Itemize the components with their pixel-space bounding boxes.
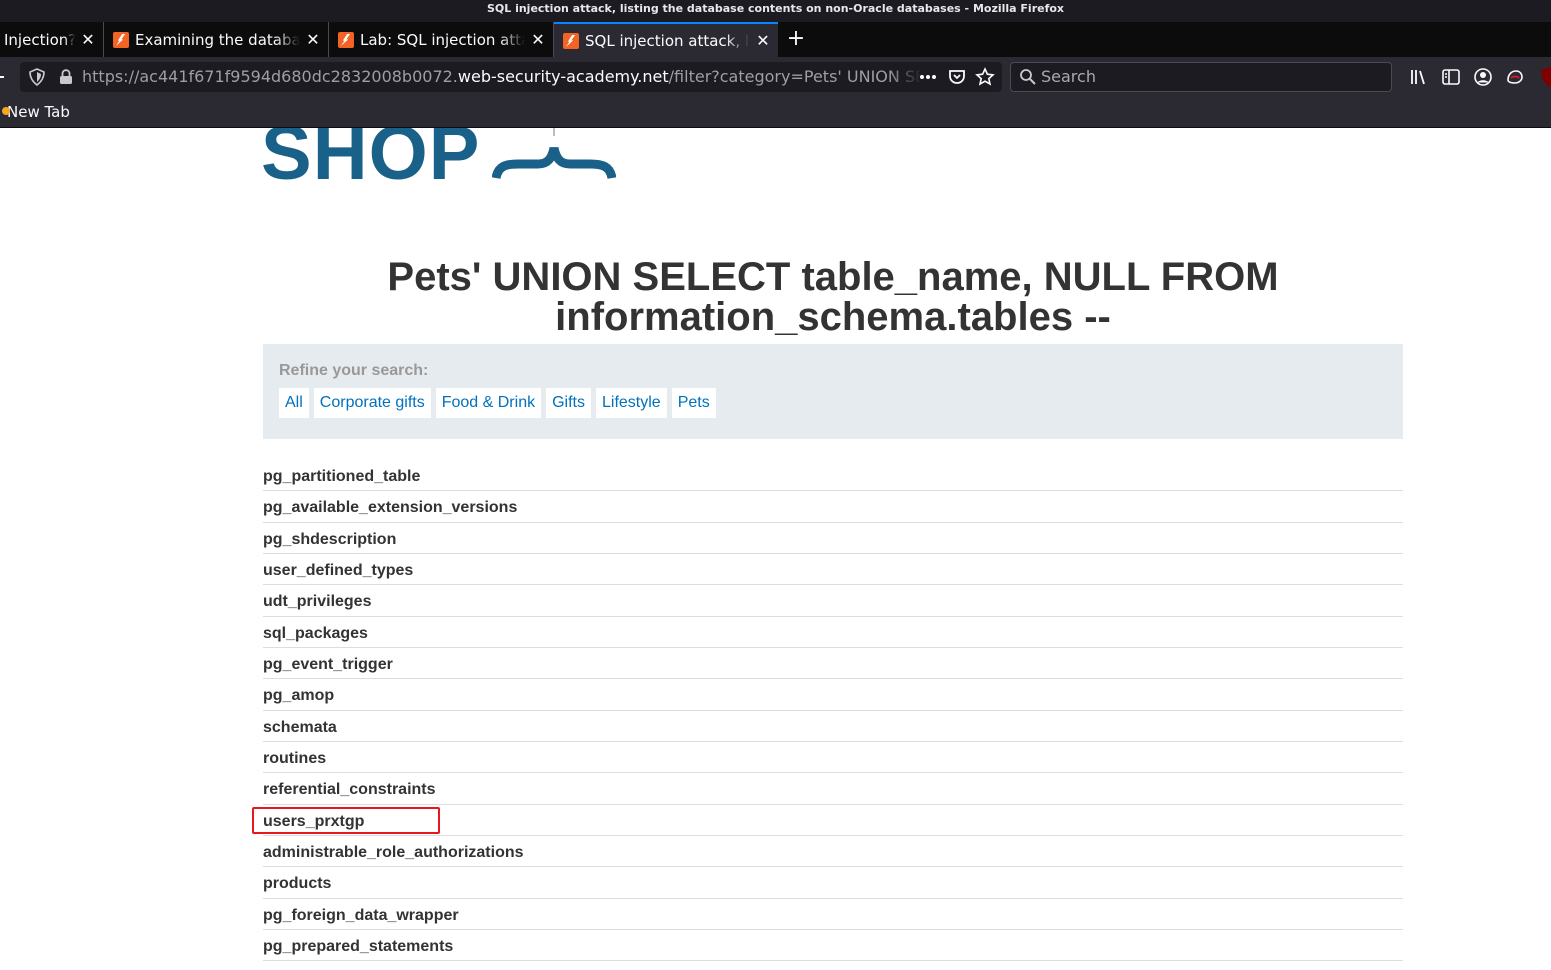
- close-icon[interactable]: ✕: [81, 31, 95, 47]
- library-icon[interactable]: [1409, 67, 1429, 87]
- filter-link-all[interactable]: All: [279, 388, 309, 418]
- table-row: pg_shdescription: [263, 523, 1403, 554]
- back-arrow-icon[interactable]: [0, 67, 6, 87]
- url-prefix: https://ac441f671f9594d680dc2832008b0072…: [82, 67, 458, 86]
- table-row: administrable_role_authorizations: [263, 836, 1403, 868]
- shield-icon[interactable]: [29, 68, 45, 86]
- annotation-highlight-box: [252, 807, 440, 834]
- tab-lab-sql-injection[interactable]: Lab: SQL injection attack ✕: [329, 22, 554, 57]
- search-input[interactable]: Search: [1041, 63, 1096, 91]
- portswigger-favicon-icon: [563, 32, 579, 49]
- table-row: referential_constraints: [263, 773, 1403, 805]
- search-bar[interactable]: Search: [1010, 62, 1392, 92]
- sidebar-icon[interactable]: [1441, 67, 1461, 87]
- shop-logo[interactable]: SHOP: [261, 128, 480, 194]
- bookmark-new-tab[interactable]: New Tab: [2, 97, 70, 127]
- close-icon[interactable]: ✕: [306, 31, 320, 47]
- close-icon[interactable]: ✕: [531, 31, 545, 47]
- window-title: SQL injection attack, listing the databa…: [0, 0, 1551, 22]
- filter-link-lifestyle[interactable]: Lifestyle: [595, 388, 667, 418]
- url-path: /filter?category=Pets' UNION SELECT tabl…: [668, 67, 922, 86]
- url-text[interactable]: https://ac441f671f9594d680dc2832008b0072…: [82, 62, 922, 92]
- table-row: user_defined_types: [263, 554, 1403, 586]
- lock-icon[interactable]: [59, 69, 73, 85]
- table-row: pg_amop: [263, 679, 1403, 711]
- category-filter-list: All Corporate gifts Food & Drink Gifts L…: [279, 388, 721, 418]
- tab-examining-database[interactable]: Examining the database ✕: [104, 22, 329, 57]
- search-icon: [1019, 68, 1037, 86]
- pocket-icon[interactable]: [948, 67, 966, 87]
- account-icon[interactable]: [1473, 67, 1493, 87]
- close-icon[interactable]: ✕: [756, 32, 770, 48]
- filter-link-corporate-gifts[interactable]: Corporate gifts: [313, 388, 431, 418]
- tab-sql-injection-listing[interactable]: SQL injection attack, listing ✕: [554, 22, 778, 57]
- bookmark-star-icon[interactable]: [975, 67, 995, 87]
- results-list: pg_partitioned_table pg_available_extens…: [263, 460, 1403, 962]
- tab-label: Examining the database: [135, 30, 300, 49]
- filter-link-pets[interactable]: Pets: [671, 388, 716, 418]
- table-row: pg_event_trigger: [263, 648, 1403, 680]
- portswigger-favicon-icon: [113, 31, 129, 48]
- filter-link-gifts[interactable]: Gifts: [546, 388, 591, 418]
- url-domain: web-security-academy.net: [457, 67, 669, 86]
- page-viewport: SHOP Pets' UNION SELECT table_name, NULL…: [0, 128, 1551, 970]
- tab-strip: Injection? ✕ Examining the database ✕ La…: [0, 22, 1551, 57]
- tab-label: Injection?: [4, 30, 75, 49]
- table-row: pg_prepared_statements: [263, 930, 1403, 962]
- bookmark-label: New Tab: [7, 103, 70, 121]
- table-row: pg_available_extension_versions: [263, 491, 1403, 523]
- table-row: products: [263, 867, 1403, 899]
- table-row: pg_partitioned_table: [263, 460, 1403, 492]
- bookmark-favicon-icon: [2, 107, 10, 115]
- url-bar[interactable]: https://ac441f671f9594d680dc2832008b0072…: [20, 62, 1002, 92]
- bookmarks-toolbar: New Tab: [0, 97, 1551, 128]
- filter-label: Refine your search:: [279, 362, 429, 379]
- table-row: pg_foreign_data_wrapper: [263, 899, 1403, 930]
- ublock-origin-icon[interactable]: [1539, 66, 1551, 88]
- tab-label: SQL injection attack, listing: [585, 31, 750, 50]
- extension-icon[interactable]: [1505, 67, 1525, 87]
- portswigger-favicon-icon: [338, 31, 354, 48]
- logo-brace-icon: [491, 128, 617, 189]
- tab-injection[interactable]: Injection? ✕: [0, 22, 104, 57]
- filter-link-food-drink[interactable]: Food & Drink: [435, 388, 542, 418]
- filter-panel: Refine your search: All Corporate gifts …: [263, 344, 1403, 439]
- table-row: schemata: [263, 711, 1403, 742]
- page-title: Pets' UNION SELECT table_name, NULL FROM…: [387, 254, 1279, 339]
- tab-label: Lab: SQL injection attack: [360, 30, 525, 49]
- navigation-toolbar: https://ac441f671f9594d680dc2832008b0072…: [0, 57, 1551, 97]
- page-actions-ellipsis-icon[interactable]: [918, 67, 938, 87]
- table-row: udt_privileges: [263, 585, 1403, 617]
- new-tab-plus-icon[interactable]: +: [784, 22, 808, 57]
- table-row: routines: [263, 742, 1403, 774]
- table-row: sql_packages: [263, 617, 1403, 648]
